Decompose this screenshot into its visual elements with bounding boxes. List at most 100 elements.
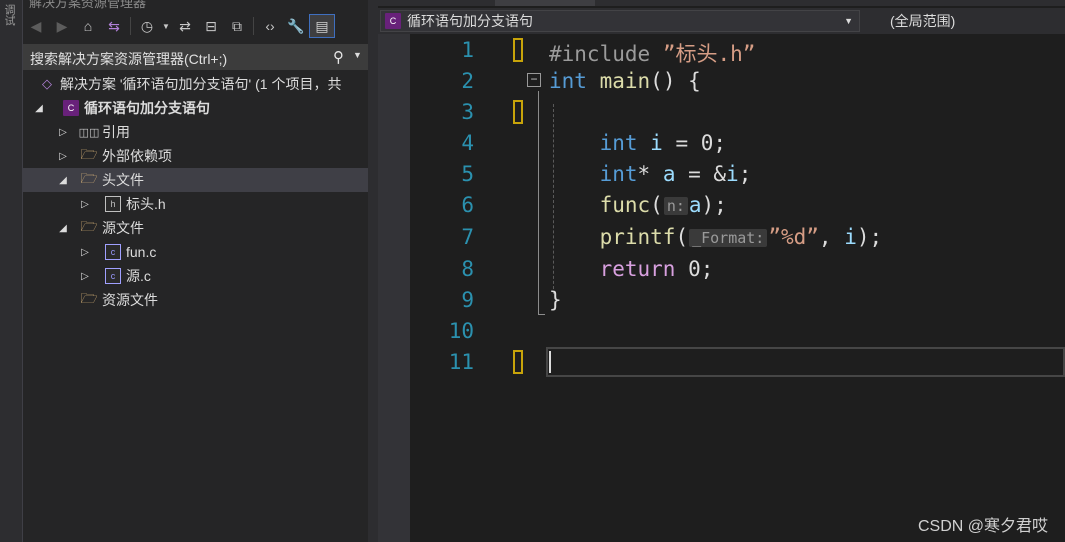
code-text: () {: [650, 69, 701, 93]
folder-icon: 🗁: [80, 170, 98, 186]
editor-tab-strip: [378, 0, 1065, 6]
line-number: 6: [461, 193, 474, 217]
range-label: (全局范围): [890, 13, 956, 29]
tree-item-header-file[interactable]: ▷ h 标头.h: [23, 192, 424, 216]
text-caret: [549, 351, 551, 373]
variable: i: [726, 162, 739, 186]
project-scope-dropdown[interactable]: C 循环语句加分支语句 ▼: [380, 10, 860, 32]
code-text: 0;: [675, 257, 714, 281]
c-file-icon: c: [105, 244, 121, 260]
code-line-5[interactable]: int* a = &i;: [549, 162, 752, 186]
range-dropdown[interactable]: (全局范围): [864, 10, 1065, 32]
code-line-1[interactable]: #include ”标头.h”: [549, 38, 755, 68]
collapsed-arrow-icon[interactable]: ▷: [79, 199, 91, 210]
search-icon[interactable]: ⚲: [333, 48, 344, 66]
folder-icon: 🗁: [80, 218, 98, 234]
code-text: (: [675, 225, 689, 249]
line-number: 1: [461, 38, 474, 62]
tree-item-label: fun.c: [126, 244, 157, 260]
expanded-arrow-icon[interactable]: ◢: [33, 103, 45, 114]
tree-item-source-files[interactable]: ◢ 🗁 源文件: [23, 216, 402, 240]
document-tab[interactable]: [495, 0, 595, 6]
code-line-4[interactable]: int i = 0;: [549, 131, 726, 155]
tree-item-source-c[interactable]: ▷ c 源.c: [23, 264, 424, 288]
solution-icon: ◇: [42, 76, 52, 91]
tree-item-label: 资源文件: [102, 292, 158, 308]
function-name: main: [599, 69, 651, 93]
preview-icon[interactable]: ▤: [309, 14, 335, 38]
keyword: int: [599, 131, 638, 155]
code-text: = &: [675, 162, 727, 186]
variable: a: [662, 162, 676, 186]
properties-wrench-icon[interactable]: 🔧: [283, 14, 309, 38]
back-icon[interactable]: ◀: [23, 14, 49, 38]
folder-icon: 🗁: [80, 290, 98, 306]
left-tool-strip: 调试: [0, 0, 23, 542]
keyword: int: [599, 162, 638, 186]
line-number: 8: [461, 257, 474, 281]
code-line-6[interactable]: func(n: a);: [549, 193, 727, 217]
search-input[interactable]: [28, 48, 332, 70]
code-text: );: [856, 225, 883, 249]
collapse-all-icon[interactable]: ⊟: [198, 14, 224, 38]
copy-view-icon[interactable]: ⧉: [224, 14, 250, 38]
expanded-arrow-icon[interactable]: ◢: [57, 175, 69, 186]
collapsed-arrow-icon[interactable]: ▷: [79, 247, 91, 258]
code-text: = 0;: [662, 131, 727, 155]
line-number: 4: [461, 131, 474, 155]
variable: a: [688, 193, 702, 217]
tree-item-header-files[interactable]: ◢ 🗁 头文件: [23, 168, 402, 192]
code-line-7[interactable]: printf(_Format: ”%d”, i);: [549, 225, 883, 249]
panel-splitter[interactable]: [368, 0, 378, 542]
expanded-arrow-icon[interactable]: ◢: [57, 223, 69, 234]
change-marker: [513, 38, 523, 62]
tree-item-project[interactable]: ◢ C 循环语句加分支语句: [23, 96, 378, 120]
tree-item-solution[interactable]: ◇ 解决方案 '循环语句加分支语句' (1 个项目，共: [23, 72, 384, 96]
collapsed-arrow-icon[interactable]: ▷: [57, 151, 69, 162]
scope-label: 循环语句加分支语句: [407, 13, 533, 29]
include-file: ”标头.h”: [662, 42, 756, 66]
code-view-icon[interactable]: ‹›: [257, 14, 283, 38]
forward-icon[interactable]: ▶: [49, 14, 75, 38]
tree-item-label: 解决方案 '循环语句加分支语句' (1 个项目，共: [60, 76, 342, 92]
include-directive: #include: [549, 42, 651, 66]
references-icon: ◫◫: [78, 126, 100, 139]
collapse-region-icon[interactable]: −: [527, 73, 541, 87]
tree-item-resource-files[interactable]: 🗁 资源文件: [23, 288, 402, 312]
editor-glyph-margin: [378, 34, 410, 542]
change-marker: [513, 350, 523, 374]
tree-item-references[interactable]: ▷ ◫◫ 引用: [23, 120, 402, 144]
vs-switch-icon[interactable]: ⇆: [101, 14, 127, 38]
watermark: CSDN @寒夕君哎: [917, 518, 1048, 535]
sync-icon[interactable]: ⇄: [172, 14, 198, 38]
code-line-2[interactable]: int main() {: [549, 69, 701, 93]
parameter-hint: _Format:: [689, 229, 768, 247]
parameter-hint: n:: [663, 197, 688, 215]
chevron-down-icon[interactable]: ▼: [353, 50, 362, 60]
tree-item-external-deps[interactable]: ▷ 🗁 外部依赖项: [23, 144, 402, 168]
collapsed-arrow-icon[interactable]: ▷: [57, 127, 69, 138]
header-file-icon: h: [105, 196, 121, 212]
collapsed-arrow-icon[interactable]: ▷: [79, 271, 91, 282]
tree-item-label: 源文件: [102, 220, 144, 236]
code-text: );: [701, 193, 727, 217]
home-icon[interactable]: ⌂: [75, 14, 101, 38]
c-file-icon: c: [105, 268, 121, 284]
current-line-highlight: [546, 347, 1065, 377]
tree-item-fun-c[interactable]: ▷ c fun.c: [23, 240, 424, 264]
line-number: 11: [448, 350, 474, 374]
project-icon: C: [385, 13, 401, 29]
dropdown-icon[interactable]: ▼: [160, 14, 172, 38]
code-text: ,: [818, 225, 845, 249]
history-icon[interactable]: ◷: [134, 14, 160, 38]
debug-side-tab[interactable]: 调试: [3, 4, 17, 30]
code-line-9[interactable]: }: [549, 288, 562, 312]
code-line-8[interactable]: return 0;: [549, 257, 714, 281]
chevron-down-icon: ▼: [844, 16, 853, 26]
toolbar-separator: [130, 17, 131, 35]
tree-item-label: 引用: [102, 124, 130, 140]
code-editor: C 循环语句加分支语句 ▼ (全局范围) 1 2 3 4 5 6 7 8 9 1…: [378, 0, 1065, 542]
tree-item-label: 外部依赖项: [102, 148, 172, 164]
code-text: ;: [738, 162, 752, 186]
navigation-bar: C 循环语句加分支语句 ▼ (全局范围): [378, 8, 1065, 34]
